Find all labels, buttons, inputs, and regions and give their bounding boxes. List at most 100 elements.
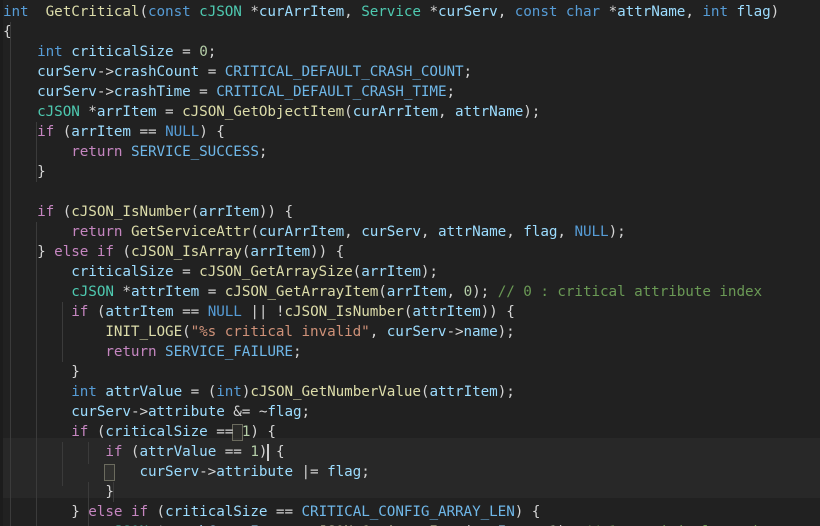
code-line[interactable]: return GetServiceAttr(curArrItem, curSer…	[0, 222, 820, 242]
code-token: attrItem	[105, 304, 174, 320]
code-token: }	[3, 244, 55, 260]
code-token: CRITICAL_CONFIG_ARRAY_LEN	[301, 504, 515, 520]
code-line[interactable]: curServ->crashCount = CRITICAL_DEFAULT_C…	[0, 62, 820, 82]
code-line[interactable]: return SERVICE_FAILURE;	[0, 342, 820, 362]
code-token: curArrItem	[258, 4, 345, 20]
code-token: curServ	[37, 64, 97, 80]
code-token: flag	[523, 224, 558, 240]
code-token: arrItem	[386, 284, 447, 300]
code-token: =	[190, 84, 217, 100]
code-token: {	[3, 24, 12, 40]
code-line[interactable]: criticalSize = cJSON_GetArraySize(arrIte…	[0, 262, 820, 282]
code-token: *	[113, 284, 131, 300]
code-line[interactable]: }	[0, 362, 820, 382]
code-token: const	[514, 4, 558, 20]
code-token: if	[71, 424, 89, 440]
code-token: (	[88, 424, 106, 440]
code-token: attribute	[148, 404, 225, 420]
code-token: )	[770, 4, 780, 20]
code-token: ;	[292, 344, 302, 360]
code-text-layer[interactable]: int GetCritical ( const cJSON * curArrItem,…	[0, 2, 820, 526]
code-line[interactable]: } else if (cJSON_IsArray(arrItem)) {	[0, 242, 820, 262]
code-line[interactable]: if (arrItem == NULL) {	[0, 122, 820, 142]
code-token: "%s critical invalid"	[190, 324, 370, 340]
code-token: )) {	[310, 244, 345, 260]
code-token: *	[420, 4, 438, 20]
code-line[interactable]: curServ->attribute |= flag;	[0, 462, 820, 482]
code-token: if	[71, 304, 89, 320]
code-token: return	[71, 224, 123, 240]
code-line[interactable]: if (criticalSize == 1) {	[0, 422, 820, 442]
code-token: *	[79, 104, 97, 120]
code-token: INIT_LOGE	[105, 324, 183, 340]
code-line[interactable]: } else if (criticalSize == CRITICAL_CONF…	[0, 502, 820, 522]
code-token: ) {	[250, 424, 276, 440]
code-token: );	[523, 104, 541, 120]
code-token: arrItem	[96, 104, 157, 120]
code-editor[interactable]: int GetCritical ( const cJSON * curArrItem,…	[0, 0, 820, 526]
code-line[interactable]: int criticalSize = 0;	[0, 42, 820, 62]
code-token: char	[565, 4, 601, 20]
code-token: cJSON_GetArraySize	[199, 264, 353, 280]
code-token: SERVICE_FAILURE	[165, 344, 293, 360]
code-token: int	[3, 4, 29, 20]
code-token: CRITICAL_DEFAULT_CRASH_TIME	[216, 84, 447, 100]
code-token: (	[88, 304, 106, 320]
code-token: if	[37, 124, 55, 140]
code-line[interactable]: curServ->attribute &= ~flag;	[0, 402, 820, 422]
code-line[interactable]: curServ->crashTime = CRITICAL_DEFAULT_CR…	[0, 82, 820, 102]
code-token: );	[497, 324, 515, 340]
code-line[interactable]	[0, 182, 820, 202]
code-token: ,	[557, 224, 575, 240]
code-token: ;	[446, 84, 456, 100]
code-line[interactable]: }	[0, 162, 820, 182]
code-token: arrItem	[199, 204, 259, 220]
code-line[interactable]: cJSON *crashCountItem = cJSON_GetArrayIt…	[0, 522, 820, 526]
code-token: int	[37, 44, 63, 60]
code-token: else	[88, 504, 123, 520]
code-token: ==	[130, 124, 166, 140]
code-token: cJSON	[71, 284, 114, 300]
code-token: int	[71, 384, 97, 400]
code-token: arrItem	[250, 244, 311, 260]
code-token: GetCritical	[45, 4, 140, 20]
code-token: name	[463, 324, 498, 340]
code-token: criticalSize	[165, 504, 268, 520]
code-token: &= ~	[224, 404, 268, 420]
code-token: =	[156, 104, 183, 120]
code-line[interactable]: INIT_LOGE("%s critical invalid", curServ…	[0, 322, 820, 342]
code-token: return	[71, 144, 123, 160]
code-line[interactable]: if (cJSON_IsNumber(arrItem)) {	[0, 202, 820, 222]
code-token: flag	[327, 464, 362, 480]
code-token: }	[3, 364, 80, 380]
code-line[interactable]: {	[0, 22, 820, 42]
code-line[interactable]: int attrValue = (int)cJSON_GetNumberValu…	[0, 382, 820, 402]
code-line[interactable]: int GetCritical(const cJSON *curArrItem,…	[0, 2, 820, 22]
code-line[interactable]: if (attrItem == NULL || !cJSON_IsNumber(…	[0, 302, 820, 322]
code-token: 0	[463, 284, 473, 300]
code-line[interactable]: if (attrValue == 1) {	[0, 442, 820, 462]
code-token: attribute	[216, 464, 293, 480]
code-token: GetServiceAttr	[130, 224, 251, 240]
code-token: attrItem	[412, 304, 481, 320]
code-token: );	[608, 224, 626, 240]
code-token: ->	[446, 324, 464, 340]
code-line[interactable]: }	[0, 482, 820, 502]
code-token: attrName	[617, 4, 686, 20]
code-token: ==	[267, 504, 302, 520]
code-line[interactable]: cJSON *attrItem = cJSON_GetArrayItem(arr…	[0, 282, 820, 302]
code-line[interactable]: cJSON *arrItem = cJSON_GetObjectItem(cur…	[0, 102, 820, 122]
code-line[interactable]: return SERVICE_SUCCESS;	[0, 142, 820, 162]
